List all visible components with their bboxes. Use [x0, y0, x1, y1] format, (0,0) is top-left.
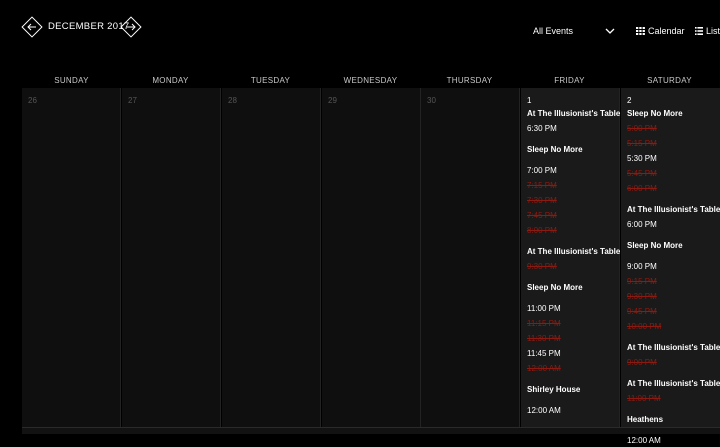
weekday-label: FRIDAY	[554, 76, 585, 85]
day-number: 1	[527, 96, 532, 105]
event-title[interactable]: At The Illusionist's Table	[627, 377, 720, 390]
sold-out-showtime: 11:00 PM	[627, 394, 661, 403]
day-cell[interactable]: 2 Sleep No More 5:00 PM 5:15 PM 5:30 PM 5:45…	[621, 88, 720, 445]
sold-out-showtime: 10:00 PM	[627, 322, 662, 331]
sold-out-showtime: 6:00 PM	[627, 184, 657, 193]
day-cell[interactable]: 29	[322, 88, 421, 427]
showtime-link[interactable]: 9:00 PM	[627, 260, 719, 273]
weekday-label: THURSDAY	[446, 76, 493, 85]
day-cell[interactable]: 30	[421, 88, 520, 427]
event-title[interactable]: At The Illusionist's Table	[627, 341, 720, 354]
event-filter-value: All Events	[533, 26, 574, 36]
arrow-left-icon	[21, 16, 43, 38]
event-title[interactable]: Sleep No More	[527, 143, 619, 156]
grid-icon	[636, 27, 645, 35]
event-title[interactable]: Sleep No More	[627, 239, 719, 252]
event-title[interactable]: At The Illusionist's Table	[627, 203, 720, 216]
showtime-link[interactable]: 6:30 PM	[527, 122, 619, 135]
sold-out-showtime: 9:30 PM	[527, 262, 557, 271]
current-month-label: DECEMBER 2017	[48, 21, 130, 32]
list-view-button[interactable]: List	[695, 26, 720, 36]
weekday-label: TUESDAY	[250, 76, 291, 85]
event-title[interactable]: Heathens	[627, 413, 719, 426]
sold-out-showtime: 5:15 PM	[627, 139, 657, 148]
event-title[interactable]: At The Illusionist's Table	[527, 245, 620, 258]
showtime-link[interactable]: 6:00 PM	[627, 218, 719, 231]
calendar-header: DECEMBER 2017 All Events Calendar List	[0, 0, 720, 60]
sold-out-showtime: 9:30 PM	[627, 292, 657, 301]
sold-out-showtime: 5:00 PM	[627, 124, 657, 133]
event-title[interactable]: Sleep No More	[527, 281, 619, 294]
sold-out-showtime: 11:15 PM	[527, 319, 561, 328]
calendar-view-button[interactable]: Calendar	[636, 26, 685, 36]
sold-out-showtime: 12:00 AM	[527, 364, 561, 373]
next-month-button[interactable]	[120, 16, 142, 38]
weekday-label: WEDNESDAY	[343, 76, 398, 85]
chevron-down-icon	[605, 28, 615, 34]
showtime-link[interactable]: 11:45 PM	[527, 347, 619, 360]
list-icon	[695, 27, 703, 35]
event-title[interactable]: Sleep No More	[627, 107, 719, 120]
sold-out-showtime: 8:00 PM	[527, 226, 557, 235]
weekday-label: SUNDAY	[54, 76, 89, 85]
event-list: Sleep No More 5:00 PM 5:15 PM 5:30 PM 5:45 P…	[627, 107, 720, 447]
day-number: 27	[128, 96, 137, 105]
weekday-header: SUNDAY MONDAY TUESDAY WEDNESDAY THURSDAY…	[22, 76, 720, 88]
day-cell[interactable]: 26	[22, 88, 121, 427]
sold-out-showtime: 9:45 PM	[627, 307, 657, 316]
sold-out-showtime: 9:00 PM	[627, 358, 657, 367]
day-number: 26	[28, 96, 37, 105]
month-grid: 26 27 28 29 30 1 At The Illusionist's Ta…	[22, 88, 720, 445]
day-cell[interactable]: 27	[122, 88, 221, 427]
weekday-label: MONDAY	[152, 76, 189, 85]
showtime-link[interactable]: 7:00 PM	[527, 164, 619, 177]
list-view-label: List	[706, 26, 720, 36]
day-number: 29	[328, 96, 337, 105]
day-number: 2	[627, 96, 632, 105]
showtime-link[interactable]: 11:00 PM	[527, 302, 619, 315]
previous-month-button[interactable]	[21, 16, 43, 38]
showtime-link[interactable]: 12:00 AM	[627, 434, 719, 447]
sold-out-showtime: 7:45 PM	[527, 211, 557, 220]
showtime-link[interactable]: 12:00 AM	[527, 404, 619, 417]
day-cell[interactable]: 28	[222, 88, 321, 427]
arrow-right-icon	[120, 16, 142, 38]
event-filter-select[interactable]: All Events	[533, 26, 617, 40]
sold-out-showtime: 7:30 PM	[527, 196, 557, 205]
sold-out-showtime: 11:30 PM	[527, 334, 561, 343]
sold-out-showtime: 7:15 PM	[527, 181, 557, 190]
event-list: At The Illusionist's Table 6:30 PM Sleep N…	[527, 107, 620, 417]
day-number: 28	[228, 96, 237, 105]
weekday-label: SATURDAY	[647, 76, 692, 85]
calendar-view-label: Calendar	[648, 26, 685, 36]
showtime-link[interactable]: 5:30 PM	[627, 152, 719, 165]
sold-out-showtime: 9:15 PM	[627, 277, 657, 286]
day-cell[interactable]: 1 At The Illusionist's Table 6:30 PM Sleep…	[521, 88, 620, 427]
event-title[interactable]: Shirley House	[527, 383, 619, 396]
sold-out-showtime: 5:45 PM	[627, 169, 657, 178]
event-title[interactable]: At The Illusionist's Table	[527, 107, 620, 120]
day-number: 30	[427, 96, 436, 105]
